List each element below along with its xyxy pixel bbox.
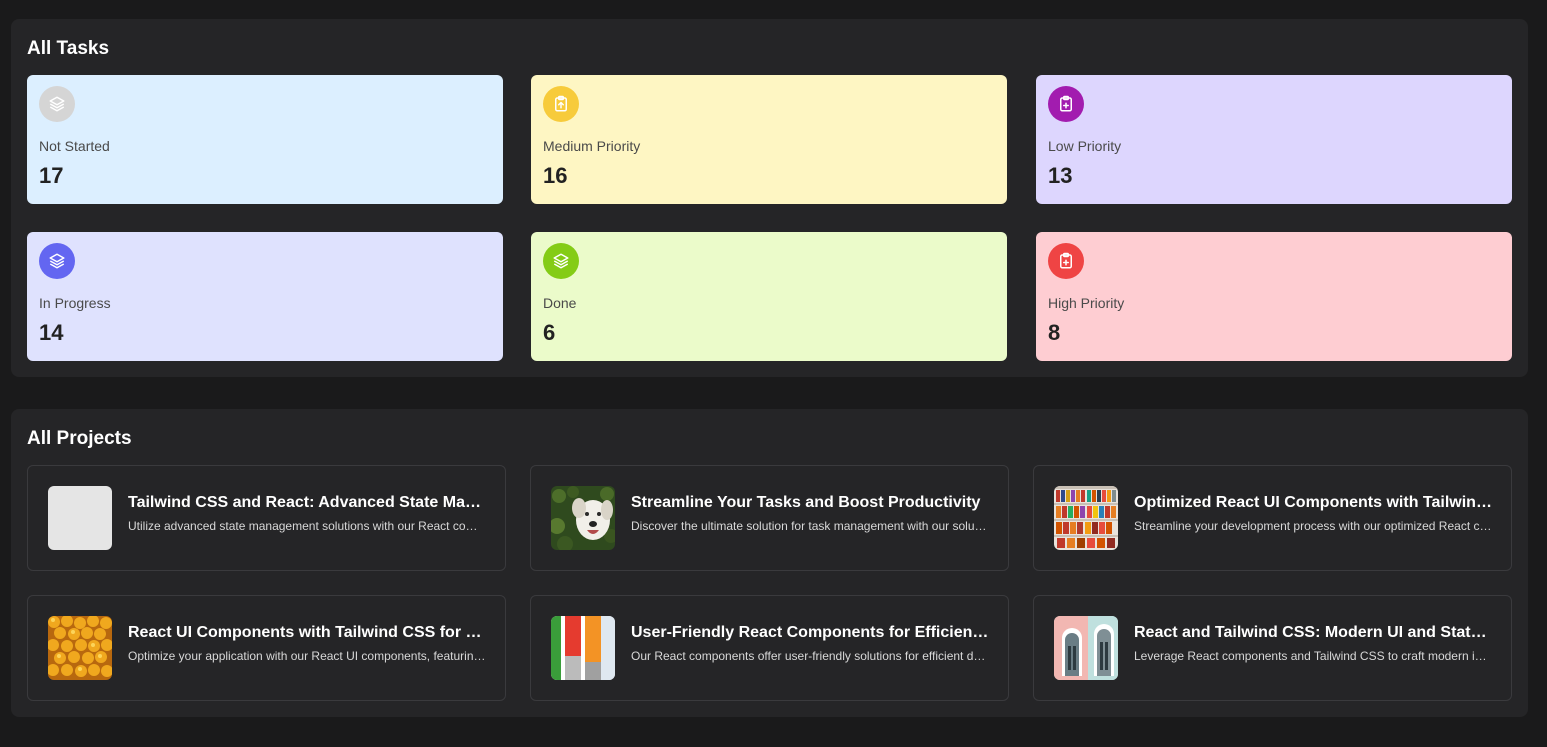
task-count: 17 [39,163,64,188]
fruit-photo [48,616,112,680]
layers-icon [39,86,75,122]
project-card[interactable]: Streamline Your Tasks and Boost Producti… [530,465,1009,571]
task-card-low-priority[interactable]: Low Priority 13 [1036,75,1512,204]
all-tasks-panel: All Tasks Not Started 17 Medium Priority… [11,19,1528,377]
task-label: Medium Priority [543,138,641,154]
project-card[interactable]: Optimized React UI Components with Tailw… [1033,465,1512,571]
task-label: In Progress [39,295,111,311]
project-title: React and Tailwind CSS: Modern UI and St… [1134,624,1492,641]
project-card[interactable]: React UI Components with Tailwind CSS fo… [27,595,506,701]
project-title: Tailwind CSS and React: Advanced State M… [128,494,486,511]
layers-icon [543,243,579,279]
building-photo [1054,616,1118,680]
project-card[interactable]: Tailwind CSS and React: Advanced State M… [27,465,506,571]
project-title: User-Friendly React Components for Effic… [631,624,989,641]
clipboard-up-icon [543,86,579,122]
shelves-photo [1054,486,1118,550]
blank-thumbnail [48,486,112,550]
task-label: High Priority [1048,295,1125,311]
task-label: Not Started [39,138,110,154]
task-card-not-started[interactable]: Not Started 17 [27,75,503,204]
task-card-high-priority[interactable]: High Priority 8 [1036,232,1512,361]
project-title: Streamline Your Tasks and Boost Producti… [631,494,981,511]
project-description: Our React components offer user-friendly… [631,649,989,663]
project-description: Optimize your application with our React… [128,649,486,663]
task-card-in-progress[interactable]: In Progress 14 [27,232,503,361]
layers-icon [39,243,75,279]
task-label: Done [543,295,577,311]
project-description: Leverage React components and Tailwind C… [1134,649,1492,663]
clipboard-plus-icon [1048,243,1084,279]
task-count: 8 [1048,320,1061,345]
task-count: 16 [543,163,568,188]
task-card-done[interactable]: Done 6 [531,232,1007,361]
all-tasks-title: All Tasks [27,38,110,59]
project-card[interactable]: User-Friendly React Components for Effic… [530,595,1009,701]
task-count: 6 [543,320,556,345]
task-count: 13 [1048,163,1073,188]
project-description: Discover the ultimate solution for task … [631,519,989,533]
clipboard-plus-icon [1048,86,1084,122]
paint-photo [551,616,615,680]
all-projects-panel: All Projects Tailwind CSS and React: Adv… [11,409,1528,717]
project-description: Utilize advanced state management soluti… [128,519,486,533]
task-label: Low Priority [1048,138,1122,154]
project-title: React UI Components with Tailwind CSS fo… [128,624,486,641]
dog-photo [551,486,615,550]
project-description: Streamline your development process with… [1134,519,1492,533]
project-card[interactable]: React and Tailwind CSS: Modern UI and St… [1033,595,1512,701]
project-title: Optimized React UI Components with Tailw… [1134,494,1492,511]
task-count: 14 [39,320,64,345]
task-card-medium-priority[interactable]: Medium Priority 16 [531,75,1007,204]
all-projects-title: All Projects [27,428,132,449]
